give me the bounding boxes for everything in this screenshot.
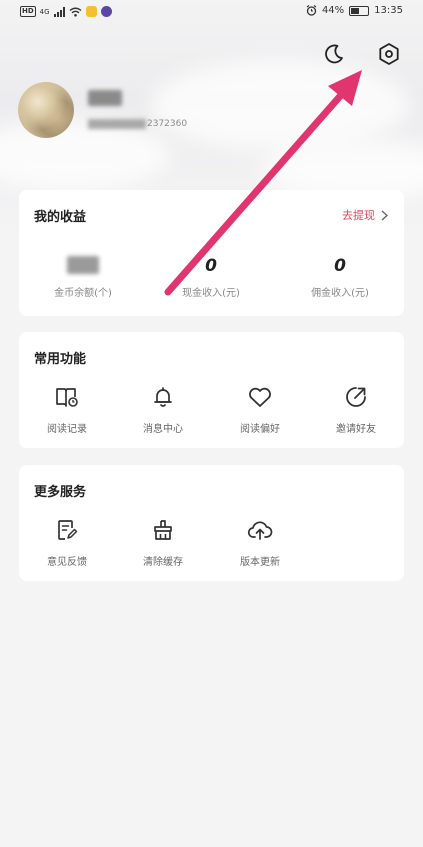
commission-income[interactable]: 0 佣金收入(元)	[276, 256, 404, 299]
cash-income-value: 0	[205, 256, 217, 276]
more-services-title: 更多服务	[34, 485, 87, 500]
wifi-icon	[69, 7, 82, 17]
hd-badge: HD	[20, 6, 36, 17]
common-functions-title: 常用功能	[34, 352, 87, 367]
notification-app-icon	[85, 6, 97, 17]
reading-history-item[interactable]: 阅读记录	[19, 384, 115, 435]
notification-app-icon	[100, 6, 112, 17]
clear-cache-label: 清除缓存	[143, 557, 183, 568]
version-update-label: 版本更新	[240, 557, 280, 568]
status-bar: HD 4G 44% 13:35	[0, 0, 423, 26]
commission-income-value: 0	[334, 256, 346, 276]
cash-income-label: 现金收入(元)	[182, 288, 240, 299]
clear-cache-item[interactable]: 清除缓存	[115, 517, 211, 568]
commission-income-label: 佣金收入(元)	[311, 288, 369, 299]
common-functions-card: 常用功能 阅读记录 消息中心 阅读偏好 邀请好友	[19, 332, 404, 448]
gear-icon	[379, 43, 399, 65]
alarm-icon	[306, 5, 317, 16]
battery-percent: 44%	[321, 5, 345, 16]
chevron-right-icon	[381, 209, 388, 221]
avatar[interactable]	[18, 82, 74, 138]
reading-preference-label: 阅读偏好	[240, 424, 280, 435]
more-services-card: 更多服务 意见反馈 清除缓存 版本更新	[19, 465, 404, 581]
earnings-title: 我的收益	[34, 210, 87, 225]
feedback-icon	[58, 520, 78, 540]
withdraw-label: 去提现	[342, 209, 375, 222]
coin-balance-value	[67, 256, 99, 274]
feedback-label: 意见反馈	[47, 557, 87, 568]
feedback-item[interactable]: 意见反馈	[19, 517, 115, 568]
coin-balance[interactable]: 金币余额(个)	[19, 256, 147, 299]
reading-history-label: 阅读记录	[47, 424, 87, 435]
reading-history-icon	[56, 388, 78, 407]
earnings-card: 我的收益 去提现 金币余额(个) 0 现金收入(元) 0 佣金收入(元)	[19, 190, 404, 316]
withdraw-link[interactable]: 去提现	[342, 207, 388, 223]
message-center-label: 消息中心	[143, 424, 183, 435]
message-center-item[interactable]: 消息中心	[115, 384, 211, 435]
network-type: 4G	[39, 7, 50, 16]
user-nickname	[88, 90, 122, 106]
cash-income[interactable]: 0 现金收入(元)	[147, 256, 275, 299]
night-mode-button[interactable]	[320, 40, 348, 68]
coin-balance-label: 金币余额(个)	[54, 288, 112, 299]
heart-icon	[249, 387, 271, 407]
bell-icon	[154, 387, 172, 407]
invite-friends-label: 邀请好友	[336, 424, 376, 435]
version-update-item[interactable]: 版本更新	[212, 517, 308, 568]
settings-button[interactable]	[375, 40, 403, 68]
reading-preference-item[interactable]: 阅读偏好	[212, 384, 308, 435]
invite-friends-item[interactable]: 邀请好友	[308, 384, 404, 435]
broom-icon	[154, 520, 172, 540]
clock-time: 13:35	[374, 5, 403, 16]
cloud-upload-icon	[247, 521, 273, 540]
signal-icon	[53, 6, 65, 17]
battery-icon	[349, 5, 370, 16]
moon-icon	[325, 44, 343, 64]
user-id-value: 2372360	[147, 119, 188, 129]
share-icon	[346, 387, 366, 407]
user-id: 2372360	[88, 119, 187, 129]
